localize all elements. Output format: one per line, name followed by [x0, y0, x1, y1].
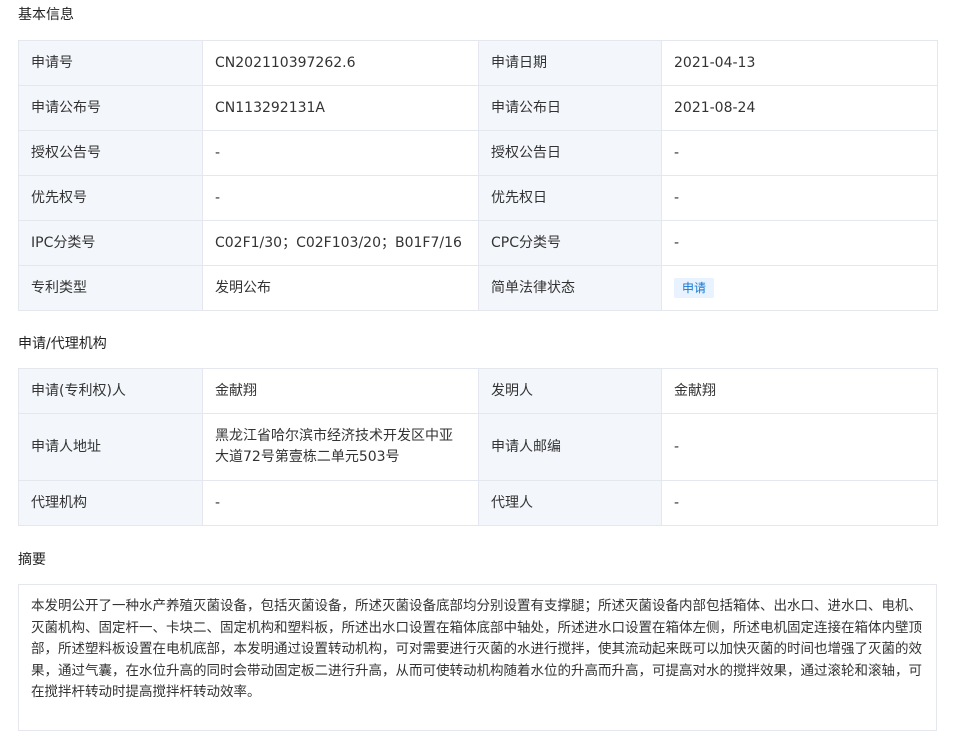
application-date-value: 2021-04-13: [661, 40, 938, 86]
priority-date-value: -: [661, 175, 938, 221]
applicant-label: 申请(专利权)人: [18, 368, 203, 414]
application-number-label: 申请号: [18, 40, 203, 86]
applicant-address-label: 申请人地址: [18, 413, 203, 481]
publication-date-label: 申请公布日: [478, 85, 662, 131]
agent-label: 代理人: [478, 480, 662, 526]
cpc-label: CPC分类号: [478, 220, 662, 266]
basic-info-table: 申请号 CN202110397262.6 申请日期 2021-04-13 申请公…: [18, 40, 938, 311]
inventor-value: 金献翔: [661, 368, 938, 414]
table-row: 申请人地址 黑龙江省哈尔滨市经济技术开发区中亚大道72号第壹栋二单元503号 申…: [18, 413, 938, 481]
legal-status-label: 简单法律状态: [478, 265, 662, 311]
patent-type-label: 专利类型: [18, 265, 203, 311]
agency-value: -: [202, 480, 479, 526]
patent-type-value: 发明公布: [202, 265, 479, 311]
inventor-label: 发明人: [478, 368, 662, 414]
legal-status-cell: 申请: [661, 265, 938, 311]
postcode-value: -: [661, 413, 938, 481]
section-title-agency: 申请/代理机构: [18, 336, 107, 352]
agent-value: -: [661, 480, 938, 526]
section-title-abstract: 摘要: [18, 552, 46, 568]
applicant-value: 金献翔: [202, 368, 479, 414]
table-row: 授权公告号 - 授权公告日 -: [18, 130, 938, 176]
grant-number-value: -: [202, 130, 479, 176]
publication-date-value: 2021-08-24: [661, 85, 938, 131]
table-row: 优先权号 - 优先权日 -: [18, 175, 938, 221]
application-date-label: 申请日期: [478, 40, 662, 86]
table-row: 专利类型 发明公布 简单法律状态 申请: [18, 265, 938, 311]
priority-date-label: 优先权日: [478, 175, 662, 221]
agency-label: 代理机构: [18, 480, 203, 526]
priority-number-label: 优先权号: [18, 175, 203, 221]
table-row: 申请公布号 CN113292131A 申请公布日 2021-08-24: [18, 85, 938, 131]
publication-number-label: 申请公布号: [18, 85, 203, 131]
publication-number-value: CN113292131A: [202, 85, 479, 131]
cpc-value: -: [661, 220, 938, 266]
table-row: 申请号 CN202110397262.6 申请日期 2021-04-13: [18, 40, 938, 86]
grant-date-value: -: [661, 130, 938, 176]
applicant-address-value: 黑龙江省哈尔滨市经济技术开发区中亚大道72号第壹栋二单元503号: [202, 413, 479, 481]
ipc-label: IPC分类号: [18, 220, 203, 266]
section-title-basic-info: 基本信息: [18, 7, 74, 23]
grant-number-label: 授权公告号: [18, 130, 203, 176]
postcode-label: 申请人邮编: [478, 413, 662, 481]
status-badge: 申请: [674, 277, 715, 298]
table-row: IPC分类号 C02F1/30；C02F103/20；B01F7/16 CPC分…: [18, 220, 938, 266]
ipc-value: C02F1/30；C02F103/20；B01F7/16: [202, 220, 479, 266]
agency-info-table: 申请(专利权)人 金献翔 发明人 金献翔 申请人地址 黑龙江省哈尔滨市经济技术开…: [18, 368, 938, 526]
application-number-value: CN202110397262.6: [202, 40, 479, 86]
table-row: 代理机构 - 代理人 -: [18, 480, 938, 526]
abstract-text: 本发明公开了一种水产养殖灭菌设备，包括灭菌设备，所述灭菌设备底部均分别设置有支撑…: [18, 584, 937, 731]
table-row: 申请(专利权)人 金献翔 发明人 金献翔: [18, 368, 938, 414]
priority-number-value: -: [202, 175, 479, 221]
grant-date-label: 授权公告日: [478, 130, 662, 176]
